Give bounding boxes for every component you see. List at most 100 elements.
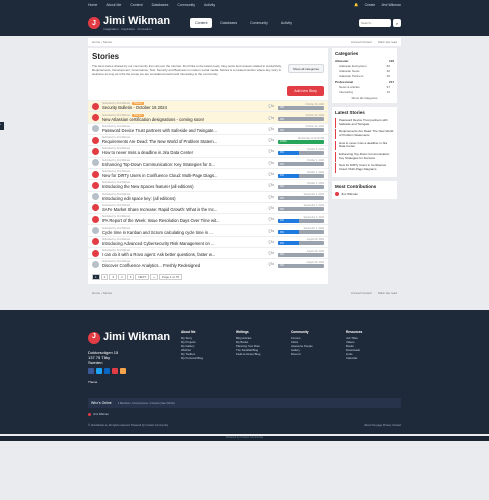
breadcrumb-home[interactable]: Home [92,291,100,295]
latest-story[interactable]: New for DiRTy Users in Confluence Cloud:… [335,163,394,173]
top-link-activity[interactable]: Activity [204,3,215,7]
story-title[interactable]: Requirements Are Dead: The New World of … [102,139,260,144]
avatar [92,136,99,144]
story-row[interactable]: Submitted by Jimi Wikman New for DiRTy Us… [88,167,328,179]
story-row[interactable]: Submitted by Jimi Wikman IPA Report of th… [88,213,328,224]
footer-column: Resources Job Titles Videos Books Downloads L… [346,330,401,375]
story-title[interactable]: How to never miss a deadline in Jira Dat… [102,150,260,155]
youtube-icon[interactable] [112,368,118,375]
story-row[interactable]: Submitted by Jimi Wikman Introducing edit… [88,190,328,202]
twitter-icon[interactable] [96,368,102,375]
theme-selector[interactable]: Theme [88,380,401,384]
footer-link[interactable]: Discord [291,352,346,356]
story-row[interactable]: Submitted by Jimi Wikman Requirements Are… [88,134,328,145]
top-link-about[interactable]: About Me [106,3,121,7]
story-title[interactable]: Security Bulletin - October 15 2024 [102,105,260,110]
category-item[interactable]: Interesting 10 [335,89,394,94]
story-title[interactable]: SAFe Market Share Increase: Rapid Growth… [102,207,260,212]
story-title[interactable]: Cycle time in Kanban and Scrum calculati… [102,230,260,235]
contributor[interactable]: Jimi Wikman [335,192,394,197]
social-links [88,368,181,375]
page-3[interactable]: 3 [109,273,118,280]
story-title[interactable]: Enhancing Top-Down Communication: Key St… [102,162,260,167]
latest-story[interactable]: How to never miss a deadline in Jira Dat… [335,140,394,151]
facebook-icon[interactable] [88,368,94,375]
story-row[interactable]: Submitted by Jimi Wikman How to never mis… [88,145,328,156]
story-row[interactable]: Submitted by Jimi Wikman I can do it with… [88,247,328,258]
unread-content-link[interactable]: Unread Content [351,40,372,44]
rating-fill: 0% [278,218,299,223]
story-row[interactable]: Submitted by Jimi Wikman Introducing Adva… [88,235,328,247]
page-1[interactable]: 1 [92,273,100,280]
categories-box: Categories Atlassian 126 Atlassian Ecosys… [332,48,397,103]
page-2[interactable]: 2 [100,273,109,280]
footer-column-title: Writings [236,329,249,334]
powered-by[interactable]: Powered by Invision Community [0,435,489,441]
top-link-home[interactable]: Home [88,3,97,7]
story-title[interactable]: I can do it with a Rovo agent: Ask bette… [102,252,260,257]
create-button[interactable]: Create [365,3,376,7]
mark-read-link[interactable]: Mark site read [378,40,397,44]
linkedin-icon[interactable] [104,368,110,375]
latest-story[interactable]: Requirements Are Dead: The New World of … [335,129,394,140]
story-row[interactable]: Submitted by Jimi Wikman Pinned New Atlass… [88,111,328,123]
footer-link[interactable]: Field-to-Grave Blog [236,352,291,356]
story-row[interactable]: Submitted by Jimi Wikman Password Device … [88,122,328,134]
category-item[interactable]: Atlassian Partners 26 [335,73,394,78]
whos-online-summary[interactable]: 1 Members, 0 Anonymous, 4 Guests (See fu… [118,402,175,405]
online-user[interactable]: Jimi Wikman [88,412,401,416]
story-title[interactable]: New Atlassian certification designations… [102,117,260,122]
mark-read-link[interactable]: Mark site read [378,291,397,295]
comment-count: 💬0 [268,251,274,256]
top-link-content[interactable]: Content [130,3,142,7]
story-row[interactable]: Submitted by Jimi Wikman Pinned Security B… [88,100,328,112]
show-all-categories-link[interactable]: Show all categories [335,96,394,100]
page-last[interactable]: » [150,273,159,280]
tab-databases[interactable]: Databases [215,18,242,28]
latest-story[interactable]: Enhancing Top-Down Communication: Key St… [335,151,394,162]
rating-fill: 0% [278,252,299,257]
unread-content-link[interactable]: Unread Content [351,291,372,295]
latest-story[interactable]: Password Device Trust partners with Safe… [335,118,394,128]
story-title[interactable]: New for DiRTy Users in Confluence Cloud:… [102,173,260,178]
bell-icon[interactable]: 🔔 [354,3,358,7]
breadcrumb-stories[interactable]: Stories [103,291,112,295]
site-logo[interactable]: J Jimi Wikman Imagination · Inspiration … [88,15,170,31]
tab-community[interactable]: Community [245,18,273,28]
add-story-button[interactable]: Add new Story [287,86,324,97]
story-row[interactable]: Submitted by Jimi Wikman Discover Conflue… [88,258,328,269]
page-next[interactable]: NEXT [135,273,150,280]
page-4[interactable]: 4 [118,273,126,280]
show-all-categories-button[interactable]: Show all categories [287,64,324,73]
rating-bar: 100% [278,139,324,144]
rss-icon[interactable] [120,368,126,375]
breadcrumb-stories[interactable]: Stories [103,40,112,44]
story-title[interactable]: Introducing the New Spaces feature! (all… [102,184,260,189]
story-title[interactable]: Introducing edit space key: (all edition… [102,196,260,201]
side-drawer-tab[interactable]: › [0,122,4,130]
story-row[interactable]: Submitted by Jimi Wikman Introducing the … [88,179,328,190]
footer-logo[interactable]: J Jimi Wikman [88,330,181,346]
top-link-community[interactable]: Community [177,3,195,7]
page-info[interactable]: Page 1 of 76 [159,273,183,280]
story-row[interactable]: Submitted by Jimi Wikman Enhancing Top-Do… [88,156,328,168]
top-link-databases[interactable]: Databases [152,3,169,7]
user-menu[interactable]: Jimi Wikman [381,3,401,7]
breadcrumb: Home › Stories Unread Content Mark site … [88,38,401,46]
footer-link[interactable]: My Personal Blog [181,356,236,360]
logo-icon: J [88,17,100,29]
breadcrumb-home[interactable]: Home [92,40,100,44]
footer-links[interactable]: About this page Privacy Contact [364,424,401,427]
page-5[interactable]: 5 [126,273,135,280]
story-title[interactable]: Introducing Advanced Cybersecurity Risk … [102,241,260,246]
tab-content[interactable]: Content [190,18,213,28]
footer-link[interactable]: Calendar [346,356,401,360]
story-title[interactable]: Discover Confluence Analytics... Freshly… [102,263,260,268]
story-row[interactable]: Submitted by Jimi Wikman SAFe Market Shar… [88,201,328,213]
story-title[interactable]: IPA Report of the Week: Issue Resolution… [102,218,260,223]
story-row[interactable]: Submitted by Jimi Wikman Cycle time in Ka… [88,224,328,235]
story-title[interactable]: Password Device Trust partners with Safe… [102,128,260,133]
search-icon[interactable]: ⌕ [393,19,401,27]
search-input[interactable]: Search... [359,19,391,27]
tab-activity[interactable]: Activity [276,18,297,28]
